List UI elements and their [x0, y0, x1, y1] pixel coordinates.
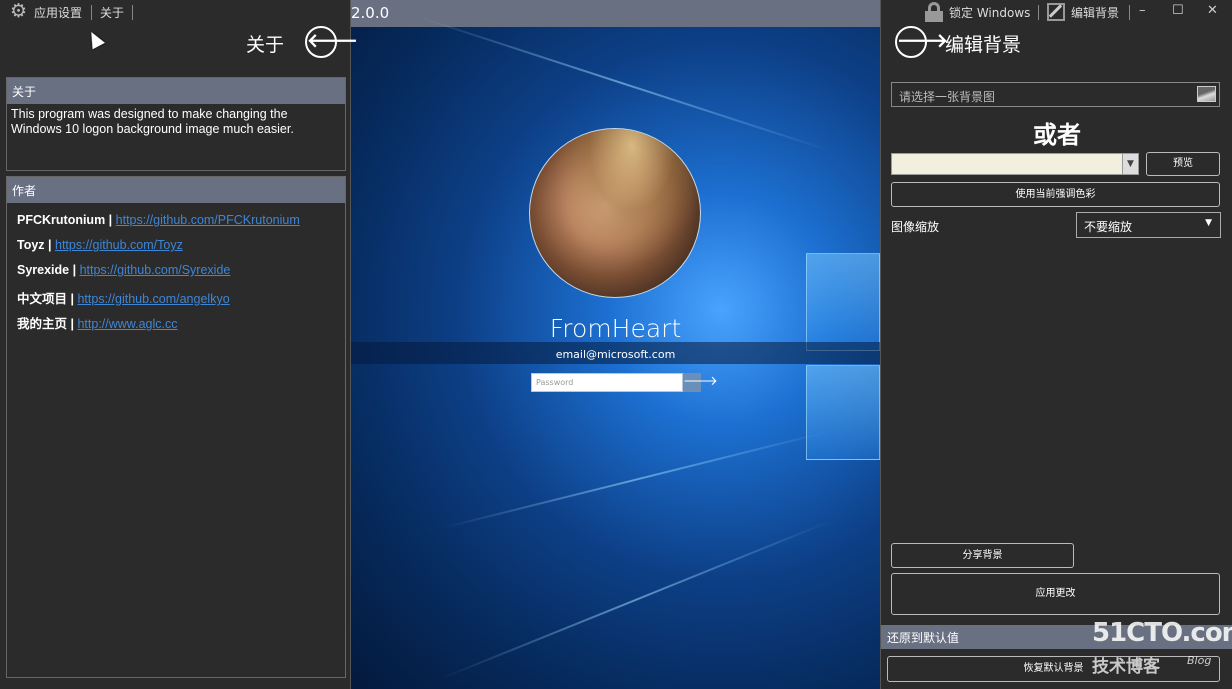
author-link[interactable]: https://github.com/Toyz — [55, 238, 183, 252]
chevron-down-icon: ▼ — [1205, 218, 1212, 228]
user-avatar — [529, 128, 701, 298]
close-icon[interactable]: ✕ — [1207, 3, 1218, 18]
light-beam — [441, 520, 832, 680]
preview-button[interactable]: 预览 — [1146, 152, 1220, 176]
lock-icon[interactable] — [925, 2, 943, 22]
watermark-subtitle: 技术博客 — [1092, 657, 1160, 677]
page-title: 编辑背景 — [945, 34, 1022, 56]
author-row: Toyz | https://github.com/Toyz — [17, 238, 183, 252]
section-header: 关于 — [7, 78, 345, 104]
edit-background-panel: 锁定 Windows 编辑背景 – ☐ ✕ 🡒 编辑背景 请选择一张背景图 或者… — [880, 0, 1232, 689]
page-title: 关于 — [246, 34, 285, 56]
author-row: 中文项目 | https://github.com/angelkyo — [17, 288, 230, 307]
use-accent-color-button[interactable]: 使用当前强调色彩 — [891, 182, 1220, 207]
watermark-blog: Blog — [1187, 654, 1212, 667]
about-panel: ⚙ 应用设置 关于 关于 🡐 关于 This program was desig… — [0, 0, 358, 689]
zoom-label: 图像缩放 — [891, 220, 940, 234]
author-name: PFCKrutonium — [17, 213, 106, 227]
authors-section: 作者 PFCKrutonium | https://github.com/PFC… — [6, 176, 346, 678]
author-link[interactable]: http://www.aglc.cc — [77, 317, 177, 331]
toolbar-divider — [1038, 5, 1039, 20]
author-separator: | — [105, 213, 116, 227]
light-beam — [442, 430, 832, 529]
edit-background-button[interactable]: 编辑背景 — [1071, 4, 1119, 21]
submit-arrow-icon[interactable]: 🡒 — [683, 373, 718, 392]
author-separator: | — [67, 317, 78, 331]
color-picker[interactable]: ▼ — [891, 153, 1139, 175]
watermark-logo: 51CTO.com — [1092, 618, 1232, 648]
apply-changes-button[interactable]: 应用更改 — [891, 573, 1220, 615]
or-label: 或者 — [1033, 121, 1081, 149]
gear-icon[interactable]: ⚙ — [10, 2, 27, 21]
background-file-input[interactable]: 请选择一张背景图 — [891, 82, 1220, 107]
input-placeholder: 请选择一张背景图 — [899, 90, 996, 104]
author-name: 我的主页 — [17, 317, 68, 331]
toolbar-divider — [132, 5, 133, 20]
user-name: FromHeart — [549, 314, 682, 343]
author-link[interactable]: https://github.com/PFCKrutonium — [116, 213, 300, 227]
lock-windows-button[interactable]: 锁定 Windows — [949, 4, 1030, 21]
toolbar-divider — [1129, 5, 1130, 20]
edit-icon[interactable] — [1047, 3, 1065, 21]
minimize-icon[interactable]: – — [1139, 3, 1146, 18]
windows-logo-pane — [806, 365, 880, 460]
about-section: 关于 This program was designed to make cha… — [6, 77, 346, 171]
about-description: This program was designed to make changi… — [11, 107, 294, 136]
author-row: PFCKrutonium | https://github.com/PFCKru… — [17, 213, 300, 227]
password-input[interactable]: Password — [531, 373, 683, 392]
author-name: 中文项目 — [17, 292, 68, 306]
author-name: Toyz — [17, 238, 45, 252]
settings-menu[interactable]: 应用设置 — [34, 4, 82, 21]
author-row: 我的主页 | http://www.aglc.cc — [17, 313, 178, 332]
user-email: email@microsoft.com — [555, 348, 676, 361]
mouse-cursor-icon — [85, 28, 105, 50]
author-link[interactable]: https://github.com/angelkyo — [77, 292, 229, 306]
section-header: 作者 — [7, 177, 345, 203]
image-picker-icon[interactable] — [1197, 86, 1216, 102]
author-row: Syrexide | https://github.com/Syrexide — [17, 263, 230, 277]
zoom-value: 不要缩放 — [1084, 220, 1133, 234]
author-link[interactable]: https://github.com/Syrexide — [80, 263, 231, 277]
forward-arrow-icon[interactable]: 🡒 — [895, 26, 948, 58]
toolbar-divider — [91, 5, 92, 20]
author-name: Syrexide — [17, 263, 70, 277]
left-toolbar: ⚙ 应用设置 关于 — [0, 0, 351, 27]
share-background-button[interactable]: 分享背景 — [891, 543, 1074, 568]
zoom-select[interactable]: 不要缩放 ▼ — [1076, 212, 1221, 238]
watermark: 51CTO.com 技术博客 Blog — [1092, 618, 1232, 678]
author-separator: | — [69, 263, 80, 277]
back-arrow-icon[interactable]: 🡐 — [305, 26, 358, 58]
chevron-down-icon[interactable]: ▼ — [1122, 154, 1138, 174]
author-separator: | — [67, 292, 78, 306]
maximize-icon[interactable]: ☐ — [1172, 3, 1184, 18]
background-preview: 2.0.0 FromHeart email@microsoft.com Pass… — [351, 0, 880, 689]
avatar-shading — [530, 129, 700, 297]
author-separator: | — [44, 238, 55, 252]
about-menu[interactable]: 关于 — [100, 4, 124, 21]
title-bar: 2.0.0 — [351, 0, 880, 27]
app-version: 2.0.0 — [351, 4, 390, 22]
